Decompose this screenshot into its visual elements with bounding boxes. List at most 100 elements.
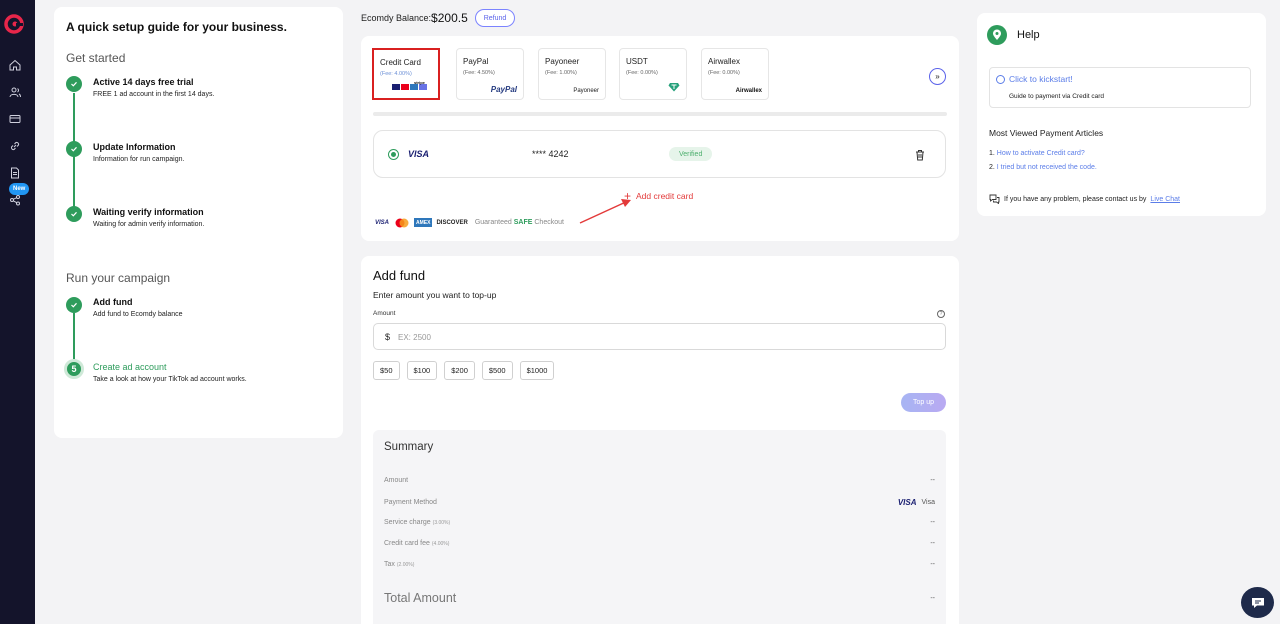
chat-bubbles-icon: [989, 194, 1000, 204]
discover-brand: DISCOVER: [436, 219, 468, 226]
amount-field[interactable]: $: [373, 323, 946, 350]
share-icon[interactable]: [8, 193, 22, 207]
method-name: USDT: [626, 57, 648, 66]
mastercard-icon: [393, 218, 411, 227]
method-usdt[interactable]: USDT (Fee: 0.00%): [619, 48, 687, 100]
article-link[interactable]: How to activate Credit card?: [997, 150, 1085, 157]
saved-card[interactable]: VISA **** 4242 Verified: [373, 130, 946, 178]
link-icon[interactable]: [8, 139, 22, 153]
step-title: Active 14 days free trial: [93, 77, 194, 87]
method-name: Credit Card: [380, 58, 421, 67]
article-item: 1. How to activate Credit card?: [989, 150, 1085, 157]
summary-value: Visa: [921, 499, 936, 506]
total-label: Total Amount: [384, 591, 457, 605]
guide-title: A quick setup guide for your business.: [66, 20, 287, 34]
preset-button[interactable]: $500: [481, 361, 513, 380]
summary-label: Amount: [384, 477, 409, 484]
live-chat-link[interactable]: Live Chat: [1150, 196, 1180, 203]
add-card-label: Add credit card: [636, 191, 694, 201]
method-fee: (Fee: 0.00%): [626, 70, 658, 76]
stripe-cards-icon: stripe: [392, 80, 432, 93]
summary-row: Service charge (3.00%) --: [384, 519, 935, 526]
setup-guide-panel: A quick setup guide for your business. G…: [54, 7, 343, 438]
balance-label: Ecomdy Balance:: [361, 13, 432, 23]
summary-rate: (4.00%): [431, 541, 450, 547]
preset-button[interactable]: $100: [406, 361, 438, 380]
add-fund-panel: Add fund Enter amount you want to top-up…: [361, 256, 959, 624]
home-icon[interactable]: [8, 58, 22, 72]
section-get-started: Get started: [66, 51, 126, 65]
currency-symbol: $: [385, 332, 391, 342]
summary-panel: Summary Amount -- Payment Method VISA Vi…: [373, 430, 946, 624]
step-desc: FREE 1 ad account in the first 14 days.: [93, 91, 215, 98]
step-number: 5: [64, 359, 84, 379]
safe-text-after: Checkout: [534, 219, 564, 226]
method-name: Payoneer: [545, 57, 580, 66]
help-panel: Help Click to kickstart! Guide to paymen…: [977, 13, 1266, 216]
article-link[interactable]: I tried but not received the code.: [997, 164, 1097, 171]
balance-value: $200.5: [431, 11, 468, 25]
help-title: Help: [1017, 29, 1040, 41]
article-number: 1.: [989, 150, 995, 157]
card-icon[interactable]: [8, 112, 22, 126]
location-pin-icon: [987, 25, 1007, 45]
contact-row: If you have any problem, please contact …: [989, 194, 1180, 204]
method-fee: (Fee: 1.00%): [545, 70, 577, 76]
chat-button[interactable]: [1241, 587, 1274, 618]
summary-value: --: [930, 561, 935, 568]
summary-value: --: [930, 477, 935, 484]
kickstart-desc: Guide to payment via Credit card: [1009, 93, 1105, 100]
total-value: --: [930, 594, 935, 602]
step-desc: Take a look at how your TikTok ad accoun…: [93, 376, 247, 383]
amount-label: Amount: [373, 310, 396, 317]
arrow-annotation-icon: [579, 199, 631, 224]
step-title-current[interactable]: Create ad account: [93, 362, 167, 372]
step-title: Update Information: [93, 142, 176, 152]
method-name: Airwallex: [708, 57, 741, 66]
method-name: PayPal: [463, 57, 489, 66]
summary-row: Amount --: [384, 477, 935, 484]
step-desc: Add fund to Ecomdy balance: [93, 311, 183, 318]
document-icon[interactable]: [8, 166, 22, 180]
method-fee: (Fee: 4.00%): [380, 71, 412, 77]
top-up-button[interactable]: Top up: [901, 393, 946, 412]
summary-rate: (2.00%): [396, 562, 415, 568]
visa-logo: VISA: [408, 149, 430, 159]
preset-button[interactable]: $50: [373, 361, 400, 380]
preset-button[interactable]: $200: [444, 361, 475, 380]
checkout-brands: VISA AMEX DISCOVER Guaranteed SAFE Check…: [374, 218, 564, 227]
payment-panel: Credit Card (Fee: 4.00%) stripe PayPal (…: [361, 36, 959, 241]
summary-label: Payment Method: [384, 499, 437, 506]
amount-input[interactable]: [398, 329, 918, 345]
card-radio[interactable]: [388, 149, 399, 160]
method-airwallex[interactable]: Airwallex (Fee: 0.00%) Airwallex: [701, 48, 769, 100]
safe-checkout-text: Guaranteed SAFE Checkout: [475, 219, 564, 226]
summary-value: --: [930, 519, 935, 526]
airwallex-logo: Airwallex: [735, 88, 762, 94]
trash-icon[interactable]: [915, 148, 925, 161]
next-methods-button[interactable]: »: [929, 68, 946, 85]
articles-title: Most Viewed Payment Articles: [989, 128, 1104, 138]
ecomdy-logo-icon[interactable]: [4, 14, 24, 34]
users-icon[interactable]: [8, 85, 22, 99]
step-title: Add fund: [93, 297, 133, 307]
total-row: Total Amount --: [384, 591, 935, 605]
method-paypal[interactable]: PayPal (Fee: 4.50%) PayPal: [456, 48, 524, 100]
article-number: 2.: [989, 164, 995, 171]
refund-button[interactable]: Refund: [474, 9, 516, 27]
tether-icon: [668, 82, 680, 94]
info-icon[interactable]: ?: [937, 310, 945, 318]
sidebar: New: [0, 0, 35, 624]
kickstart-box[interactable]: Click to kickstart! Guide to payment via…: [989, 67, 1251, 108]
chat-icon: [1251, 597, 1264, 608]
method-credit-card[interactable]: Credit Card (Fee: 4.00%) stripe: [372, 48, 440, 100]
step-title: Waiting verify information: [93, 207, 204, 217]
svg-text:stripe: stripe: [414, 81, 426, 85]
balance-row: Ecomdy Balance: $200.5 Refund: [361, 8, 516, 28]
method-payoneer[interactable]: Payoneer (Fee: 1.00%) Payoneer: [538, 48, 606, 100]
status-badge: Verified: [669, 147, 713, 161]
preset-button[interactable]: $1000: [519, 361, 555, 380]
kickstart-link[interactable]: Click to kickstart!: [1009, 74, 1073, 84]
summary-row: Credit card fee (4.00%) --: [384, 540, 935, 547]
safe-word: SAFE: [513, 219, 533, 226]
